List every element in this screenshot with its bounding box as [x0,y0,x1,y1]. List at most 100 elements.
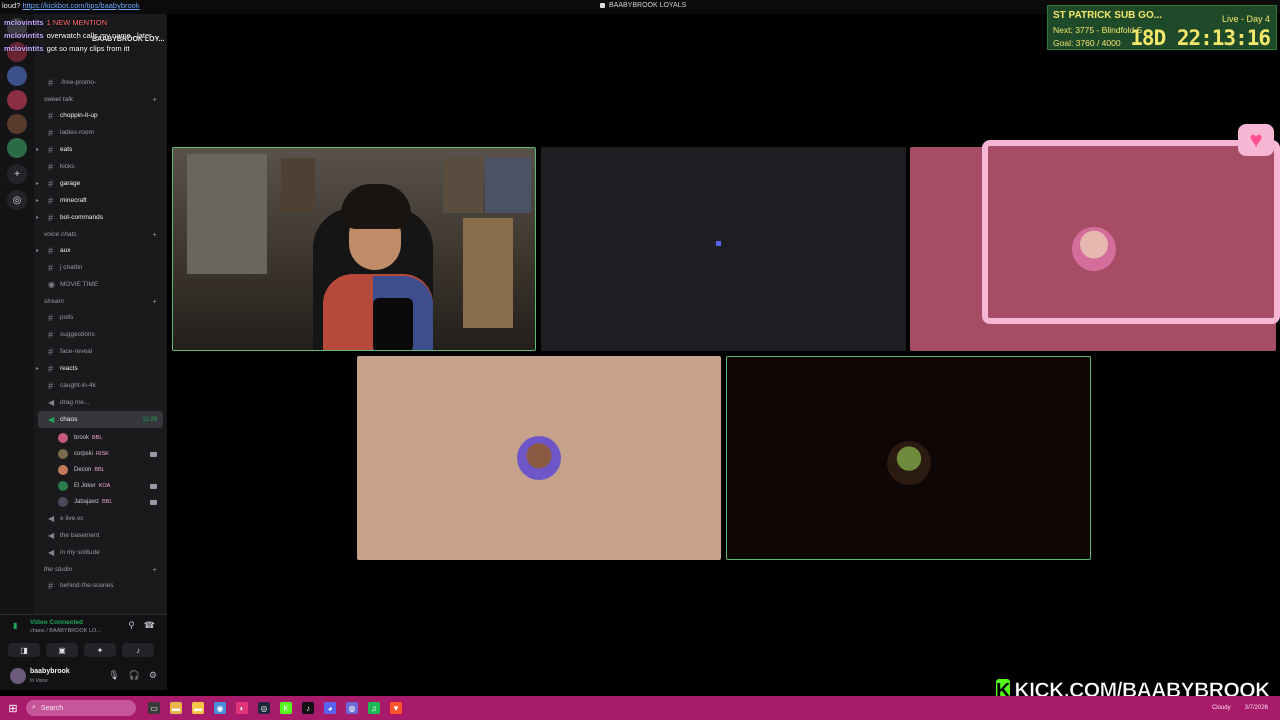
stream-screen: loud? https://kickbot.com/tips/baabybroo… [0,0,1280,720]
channel-polls[interactable]: # polls [34,309,167,326]
add-server-icon[interactable]: + [7,164,27,184]
task-view-icon[interactable]: ▭ [148,702,160,714]
hash-icon: # [48,110,54,121]
bot-tip-link[interactable]: https://kickbot.com/tips/baabybrook [22,1,139,10]
channel-choppin-it-up[interactable]: # choppin-it-up [34,107,167,124]
channel-label: ladies-room [60,129,94,136]
screenshare-button[interactable]: ▣ [46,643,78,657]
voice-channel-e-live[interactable]: ◀ e live.vc [34,510,167,527]
add-channel-icon[interactable]: + [152,230,157,239]
server-icon[interactable] [7,90,27,110]
steam-icon[interactable]: ◎ [258,702,270,714]
channel-label: reacts [60,365,78,372]
channel-eats[interactable]: ▸ # eats [34,141,167,158]
category-voice-chats[interactable]: voice chats + [34,226,167,242]
channel-free-promo[interactable]: # -free-promo- [34,74,167,91]
taskbar-search[interactable]: ⌕ Search [26,700,136,716]
channel-minecraft[interactable]: ▸ # minecraft [34,192,167,209]
clock-date[interactable]: 3/7/2026 [1245,705,1268,711]
server-icon[interactable] [7,138,27,158]
microphone-icon[interactable]: 🎙 [108,670,119,681]
camera-button[interactable]: ◨ [8,643,40,657]
voice-user[interactable]: corpski RISK [34,446,167,462]
channel-behind-the-scenes[interactable]: # behind-the-scenes [34,577,167,594]
weather-status[interactable]: Cloudy [1212,705,1231,711]
voice-user[interactable]: El Joker KOA [34,478,167,494]
voice-location[interactable]: chaos / BAABYBROOK LO... [30,628,101,634]
hash-icon: # [48,161,54,172]
avatar[interactable] [10,668,26,684]
pink-frame-overlay: ♥ [982,124,1280,324]
channel-aux[interactable]: ▸ # aux [34,242,167,259]
discover-icon[interactable]: ◎ [7,190,27,210]
hash-icon: # [48,195,54,206]
discord-icon[interactable]: ◕ [324,702,336,714]
voice-user[interactable]: Jabajawz BBL [34,494,167,510]
voice-user[interactable]: brook BBL [34,430,167,446]
noise-suppression-icon[interactable]: ⚲ [128,620,135,631]
category-sweet-talk[interactable]: sweet talk. + [34,91,167,107]
tiktok-icon[interactable]: ♪ [302,702,314,714]
channel-reacts[interactable]: ▸ # reacts [34,360,167,377]
voice-channel-solitude[interactable]: ◀ in my solitude [34,544,167,561]
channel-label: behind-the-scenes [60,582,114,589]
app-icon[interactable]: ◐ [236,702,248,714]
avatar [58,481,68,491]
voice-actions: ⚲ ☎ [128,620,155,631]
file-explorer-icon[interactable]: ▬ [170,702,182,714]
settings-icon[interactable]: ⚙ [149,670,157,681]
channel-label: caught-in-4k [60,382,96,389]
chrome-icon[interactable]: ◉ [214,702,226,714]
brave-icon[interactable]: ▼ [390,702,402,714]
add-channel-icon[interactable]: + [152,95,157,104]
activity-button[interactable]: ✦ [84,643,116,657]
headphones-icon[interactable]: 🎧 [129,670,140,681]
voice-user[interactable]: Decon BBL [34,462,167,478]
category-stream[interactable]: stream + [34,293,167,309]
video-tile-tan[interactable] [357,356,721,560]
speaker-icon: ◀ [48,548,55,557]
channel-caught-in-4k[interactable]: # caught-in-4k [34,377,167,394]
video-tile-pink[interactable]: ♥ [910,124,1280,351]
app-icon [600,3,605,8]
channel-suggestions[interactable]: # suggestions [34,326,167,343]
channel-ladies-room[interactable]: # ladies-room [34,124,167,141]
avatar [1072,227,1116,271]
voice-channel-basement[interactable]: ◀ the basement [34,527,167,544]
voice-channel-chaos[interactable]: ◀ chaos 11:29 [38,411,163,428]
disconnect-icon[interactable]: ☎ [144,620,155,631]
video-tile-webcam[interactable] [172,147,536,351]
channel-kicks[interactable]: # kicks [34,158,167,175]
kick-icon[interactable]: K [280,702,292,714]
video-tile-dark[interactable] [726,356,1091,560]
server-icon[interactable] [7,114,27,134]
chat-username: mclovintits [4,31,44,40]
hash-icon: # [48,363,54,374]
voice-buttons: ◨ ▣ ✦ ♪ [8,643,154,657]
category-the-studio[interactable]: the studio + [34,561,167,577]
user-tag: BBL [92,435,103,441]
channel-face-reveal[interactable]: # face-reveal [34,343,167,360]
server-rail: + ◎ [0,14,34,690]
video-tile-empty[interactable] [541,147,906,351]
channel-bot-commands[interactable]: ▸ # bot-commands [34,209,167,226]
channel-label: polls [60,314,74,321]
obs-icon[interactable]: ◍ [346,702,358,714]
hash-icon: # [48,178,54,189]
spotify-icon[interactable]: ♫ [368,702,380,714]
user-name[interactable]: baabybrook [30,668,70,675]
chevron-right-icon: ▸ [36,181,40,187]
add-channel-icon[interactable]: + [152,565,157,574]
channel-drag-me[interactable]: ◀ drag me... [34,394,167,411]
channel-garage[interactable]: ▸ # garage [34,175,167,192]
channel-j-chattin[interactable]: # j chattin [34,259,167,276]
server-icon[interactable] [7,66,27,86]
add-channel-icon[interactable]: + [152,297,157,306]
channel-movie-time[interactable]: ◉ MOVIE TIME [34,276,167,293]
folder-icon[interactable]: ▬ [192,702,204,714]
soundboard-button[interactable]: ♪ [122,643,154,657]
chat-message: mclovintits 1 NEW MENTION [4,18,152,31]
channel-label: -free-promo- [60,79,97,86]
windows-start-icon[interactable]: ⊞ [0,696,26,720]
hash-icon: # [48,312,54,323]
